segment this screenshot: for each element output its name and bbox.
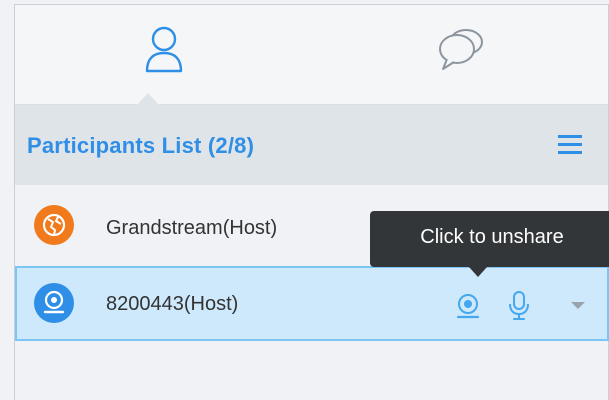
participant-avatar [34, 283, 74, 323]
hamburger-icon[interactable] [558, 135, 582, 155]
participant-name: Grandstream(Host) [106, 217, 278, 239]
participant-row-selected[interactable]: 8200443(Host) [15, 266, 609, 341]
screen-share-toggle[interactable] [453, 292, 483, 327]
participants-header: Participants List (2/8) [15, 105, 608, 185]
active-tab-indicator [137, 93, 159, 105]
tab-bar [15, 5, 608, 105]
microphone-icon [509, 291, 529, 320]
tab-chat[interactable] [313, 5, 609, 105]
participants-panel: Participants List (2/8) Grandstream(Host… [14, 4, 609, 400]
globe-icon [42, 213, 66, 237]
screen-share-icon [43, 290, 65, 314]
tooltip-arrow [469, 267, 487, 277]
participants-list-title: Participants List (2/8) [27, 133, 255, 158]
tab-participants[interactable] [15, 5, 312, 105]
participant-avatar [34, 205, 74, 245]
microphone-toggle[interactable] [507, 290, 531, 327]
tooltip-text: Click to unshare [420, 226, 564, 248]
participant-name: 8200443(Host) [106, 293, 239, 315]
unshare-tooltip: Click to unshare [370, 211, 609, 277]
chat-bubbles-icon [438, 29, 483, 70]
person-icon [145, 26, 182, 73]
screen-share-icon [456, 294, 480, 319]
chevron-down-icon[interactable] [571, 302, 585, 309]
